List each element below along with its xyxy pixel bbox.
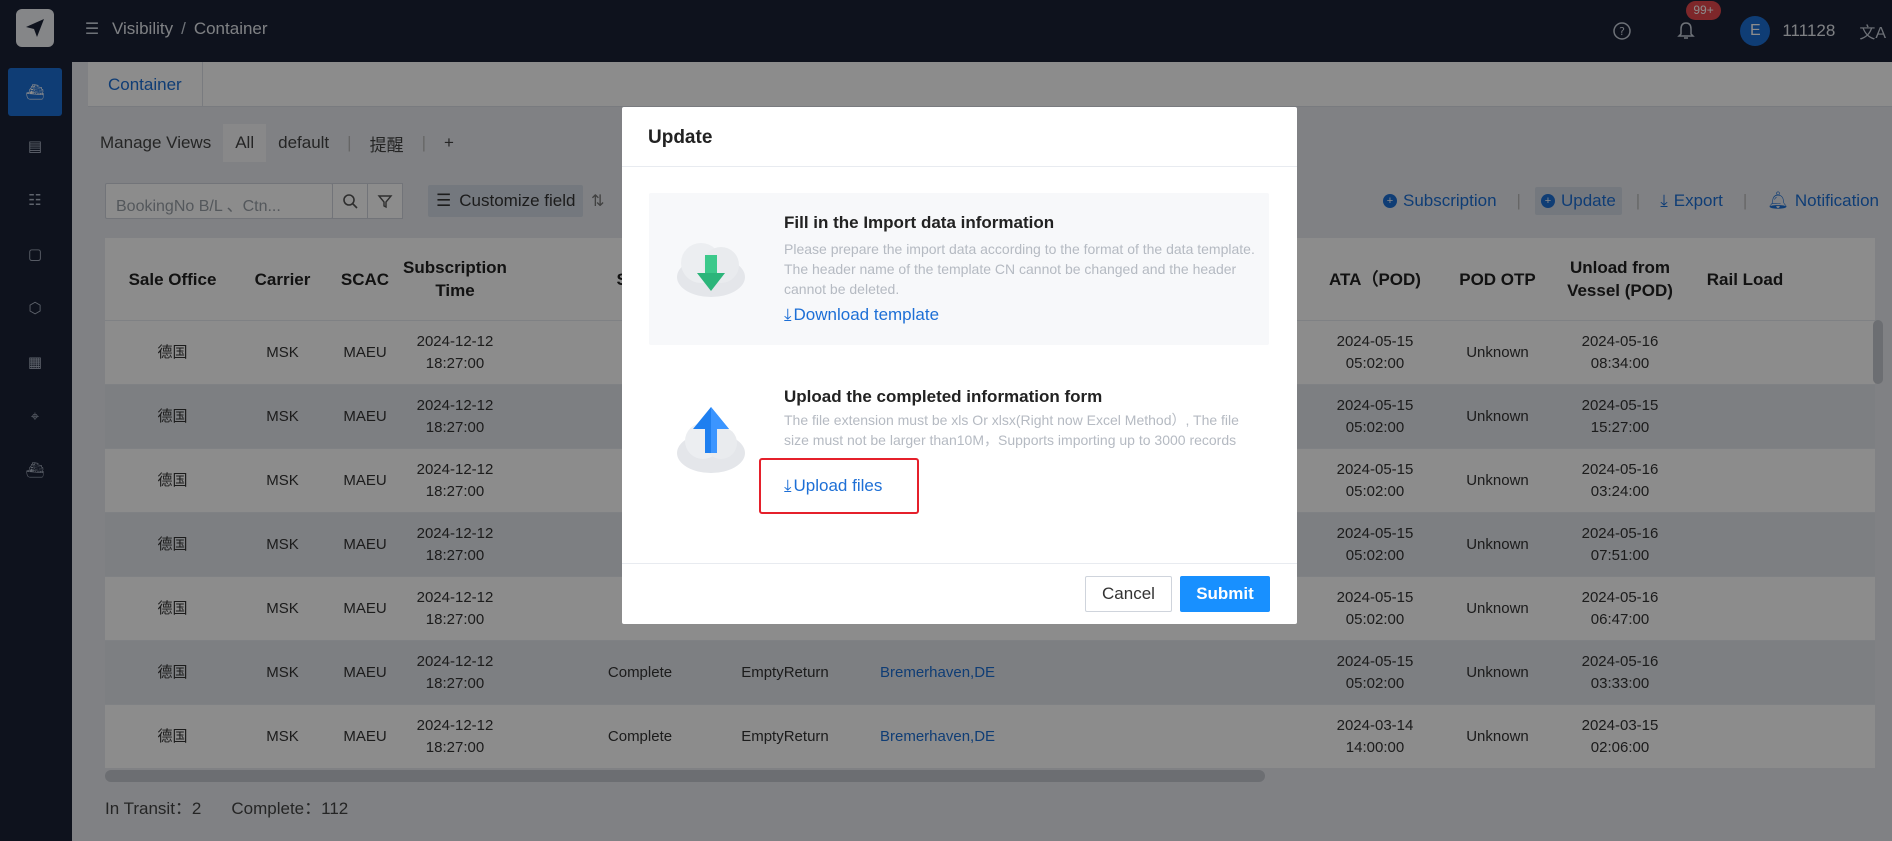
cloud-upload-icon — [677, 407, 745, 473]
import-info-title: Fill in the Import data information — [784, 213, 1055, 232]
modal-header-divider — [622, 166, 1297, 167]
modal-footer-divider — [622, 563, 1297, 564]
highlight-box — [759, 458, 919, 514]
download-template-link[interactable]: ⤓ Download template — [784, 305, 939, 325]
upload-form-description: The file extension must be xls Or xlsx(R… — [784, 412, 1239, 448]
update-modal: Update Fill in the Import data informati… — [622, 107, 1297, 624]
download-template-label: Download template — [793, 305, 940, 324]
download-icon: ⤓ — [784, 305, 792, 324]
submit-button[interactable]: Submit — [1180, 576, 1270, 612]
modal-title: Update — [648, 127, 713, 148]
cloud-download-icon — [677, 243, 745, 297]
import-info-description: Please prepare the import data according… — [784, 241, 1255, 297]
import-info-card: Fill in the Import data information Plea… — [649, 193, 1269, 345]
upload-form-title: Upload the completed information form — [784, 387, 1103, 406]
cancel-button[interactable]: Cancel — [1085, 576, 1172, 612]
